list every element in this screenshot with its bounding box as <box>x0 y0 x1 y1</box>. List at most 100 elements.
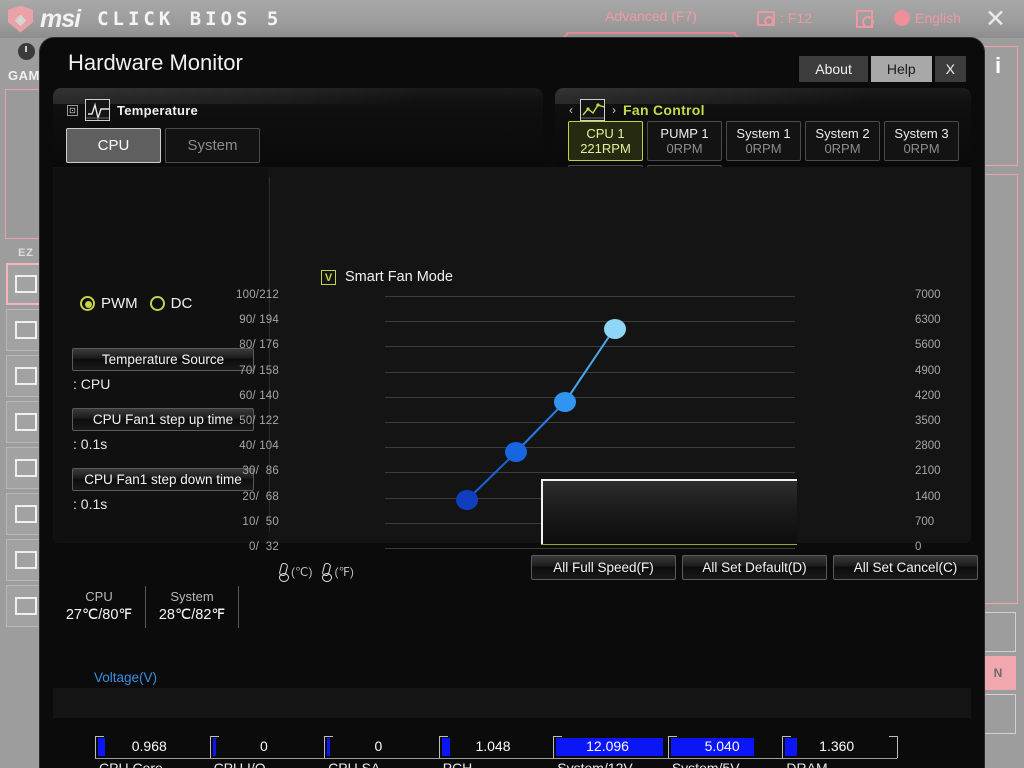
heart-icon <box>15 551 37 569</box>
voltage-value: 5.040 <box>704 738 740 754</box>
chart-left-tick-label: 40/ 104 <box>239 440 279 452</box>
chevron-right-icon[interactable]: › <box>612 103 616 117</box>
about-button[interactable]: About <box>799 56 868 82</box>
chart-left-tick-label: 100/212 <box>236 289 279 301</box>
temp-summary-cpu-label: CPU <box>85 589 113 604</box>
fan-curve-point-2[interactable] <box>505 442 528 463</box>
chart-left-tick-label: 70/ 158 <box>239 365 279 377</box>
smart-fan-mode-checkbox[interactable]: V <box>321 269 336 285</box>
voltage-label: CPU SA <box>328 760 381 768</box>
search-button[interactable] <box>856 10 874 28</box>
all-full-speed-button[interactable]: All Full Speed(F) <box>531 555 676 580</box>
right-rail-item-1[interactable] <box>980 612 1016 652</box>
right-rail-chip[interactable]: N <box>980 656 1016 690</box>
voltage-value: 0.968 <box>131 738 167 754</box>
all-set-default-button[interactable]: All Set Default(D) <box>682 555 827 580</box>
voltage-bar-cpu-i-o: 0 CPU I/O <box>209 736 325 768</box>
advanced-mode-label: Advanced (F7) <box>605 8 697 24</box>
profile-icon <box>15 597 37 615</box>
temperature-source-button[interactable]: Temperature Source <box>72 348 254 371</box>
fan-tile-name: PUMP 1 <box>660 126 709 141</box>
fan-tile-system-1[interactable]: System 1 0RPM <box>726 121 801 161</box>
screenshot-button[interactable]: : F12 <box>757 10 812 26</box>
fan-tile-system-3[interactable]: System 3 0RPM <box>884 121 959 161</box>
temperature-source-value: : CPU <box>73 376 111 392</box>
summary-divider <box>238 586 239 628</box>
chevron-left-icon[interactable]: ‹ <box>569 103 573 117</box>
temperature-chart-icon <box>85 99 110 121</box>
globe-icon <box>894 10 910 26</box>
voltage-label: DRAM <box>786 760 828 768</box>
radio-dc-label: DC <box>170 295 193 312</box>
language-button[interactable]: English <box>894 10 961 26</box>
temperature-panel: ⊡ Temperature CPU System <box>53 88 543 167</box>
tab-cpu[interactable]: CPU <box>66 128 161 163</box>
radio-pwm[interactable] <box>80 296 95 311</box>
chart-left-tick-label: 60/ 140 <box>239 390 279 402</box>
temperature-collapse-checkbox[interactable]: ⊡ <box>67 104 78 116</box>
all-set-cancel-button[interactable]: All Set Cancel(C) <box>833 555 978 580</box>
fan-curve-point-4[interactable] <box>603 318 626 339</box>
temperature-tab-group: CPU System <box>66 128 260 163</box>
step-up-time-button[interactable]: CPU Fan1 step up time <box>72 408 254 431</box>
page-title: Hardware Monitor <box>68 50 243 75</box>
thermometer-celsius-icon <box>279 563 289 582</box>
temp-summary-cpu-value: 27℃/80℉ <box>65 607 133 623</box>
voltage-label: CPU I/O <box>213 760 266 768</box>
voltage-value: 1.360 <box>819 738 855 754</box>
chart-highlight-rectangle <box>540 478 797 546</box>
chart-right-tick-label: 1400 <box>915 491 941 503</box>
chart-gridline <box>385 422 795 423</box>
help-button[interactable]: Help <box>870 56 932 82</box>
fan-curve-plot-area[interactable]: 100/212 90/ 194 80/ 176 70/ 158 60/ 140 50/ 1… <box>236 289 941 553</box>
voltage-bar-group: 0.968 CPU Core 0 CPU I/O 0 CPU SA 1.048 PCH 12.0… <box>95 736 898 768</box>
temp-summary-system-label: System <box>170 589 214 604</box>
voltage-bar-cpu-sa: 0 CPU SA <box>324 736 439 768</box>
fan-tile-rpm: 0RPM <box>666 141 703 156</box>
right-rail-box-top: i <box>978 46 1018 166</box>
chart-gridline <box>385 346 795 347</box>
chart-left-tick-label: 20/ 68 <box>242 491 279 503</box>
hardware-monitor-dialog: Hardware Monitor About Help X ⊡ Temperat… <box>40 38 984 768</box>
msi-logo: ◈ msi CLICK BIOS 5 <box>8 5 282 34</box>
radio-dc[interactable] <box>149 296 165 311</box>
right-rail-item-2[interactable] <box>980 694 1016 734</box>
fan-curve-point-3[interactable] <box>554 391 577 412</box>
close-icon[interactable]: ✕ <box>985 6 1006 32</box>
chart-left-tick-label: 30/ 86 <box>242 465 279 477</box>
column-divider <box>269 177 270 532</box>
voltage-label: System/12V <box>557 760 633 768</box>
fan-control-panel-title: Fan Control <box>623 102 705 118</box>
dialog-button-group: About Help X <box>799 56 966 82</box>
fan-curve-point-1[interactable] <box>456 490 478 511</box>
screenshot-label: : F12 <box>780 10 812 26</box>
chart-highlight-baseline <box>540 544 797 546</box>
chart-right-tick-label: 4200 <box>915 390 941 402</box>
language-label: English <box>915 10 961 26</box>
fahrenheit-unit-label: (℉) <box>334 564 354 579</box>
fan-tile-cpu-1[interactable]: CPU 1 221RPM <box>568 121 643 161</box>
chart-left-tick-label: 50/ 122 <box>239 415 279 427</box>
temperature-panel-header: ⊡ Temperature <box>67 99 198 121</box>
tab-system[interactable]: System <box>165 128 260 163</box>
fan-tile-name: System 1 <box>736 126 791 141</box>
chart-gridline <box>385 548 795 549</box>
temp-summary-system: System 28℃/82℉ <box>146 583 238 638</box>
bios-screen: ◈ msi CLICK BIOS 5 Advanced (F7) : F12 E… <box>0 0 1024 768</box>
voltage-bar-tick <box>438 736 448 737</box>
memory-icon <box>15 321 37 339</box>
fan-tile-system-2[interactable]: System 2 0RPM <box>805 121 880 161</box>
temperature-panel-title: Temperature <box>117 102 199 118</box>
voltage-bar-system-5v: 5.040 System/5V <box>667 736 783 768</box>
fan-tile-pump-1[interactable]: PUMP 1 0RPM <box>647 121 722 161</box>
celsius-unit-label: (℃) <box>291 564 313 579</box>
fan-settings-body: PWM DC Temperature Source : CPU CPU Fan1… <box>53 167 971 582</box>
boot-icon <box>15 367 37 385</box>
step-down-time-button[interactable]: CPU Fan1 step down time <box>72 468 254 491</box>
dialog-close-button[interactable]: X <box>934 56 966 82</box>
temperature-summary: CPU 27℃/80℉ System 28℃/82℉ <box>53 583 971 638</box>
chart-right-tick-label: 7000 <box>915 289 941 301</box>
camera-icon <box>757 10 775 26</box>
chart-right-tick-label: 2100 <box>915 465 941 477</box>
advanced-mode-button[interactable]: Advanced (F7) <box>556 0 746 38</box>
